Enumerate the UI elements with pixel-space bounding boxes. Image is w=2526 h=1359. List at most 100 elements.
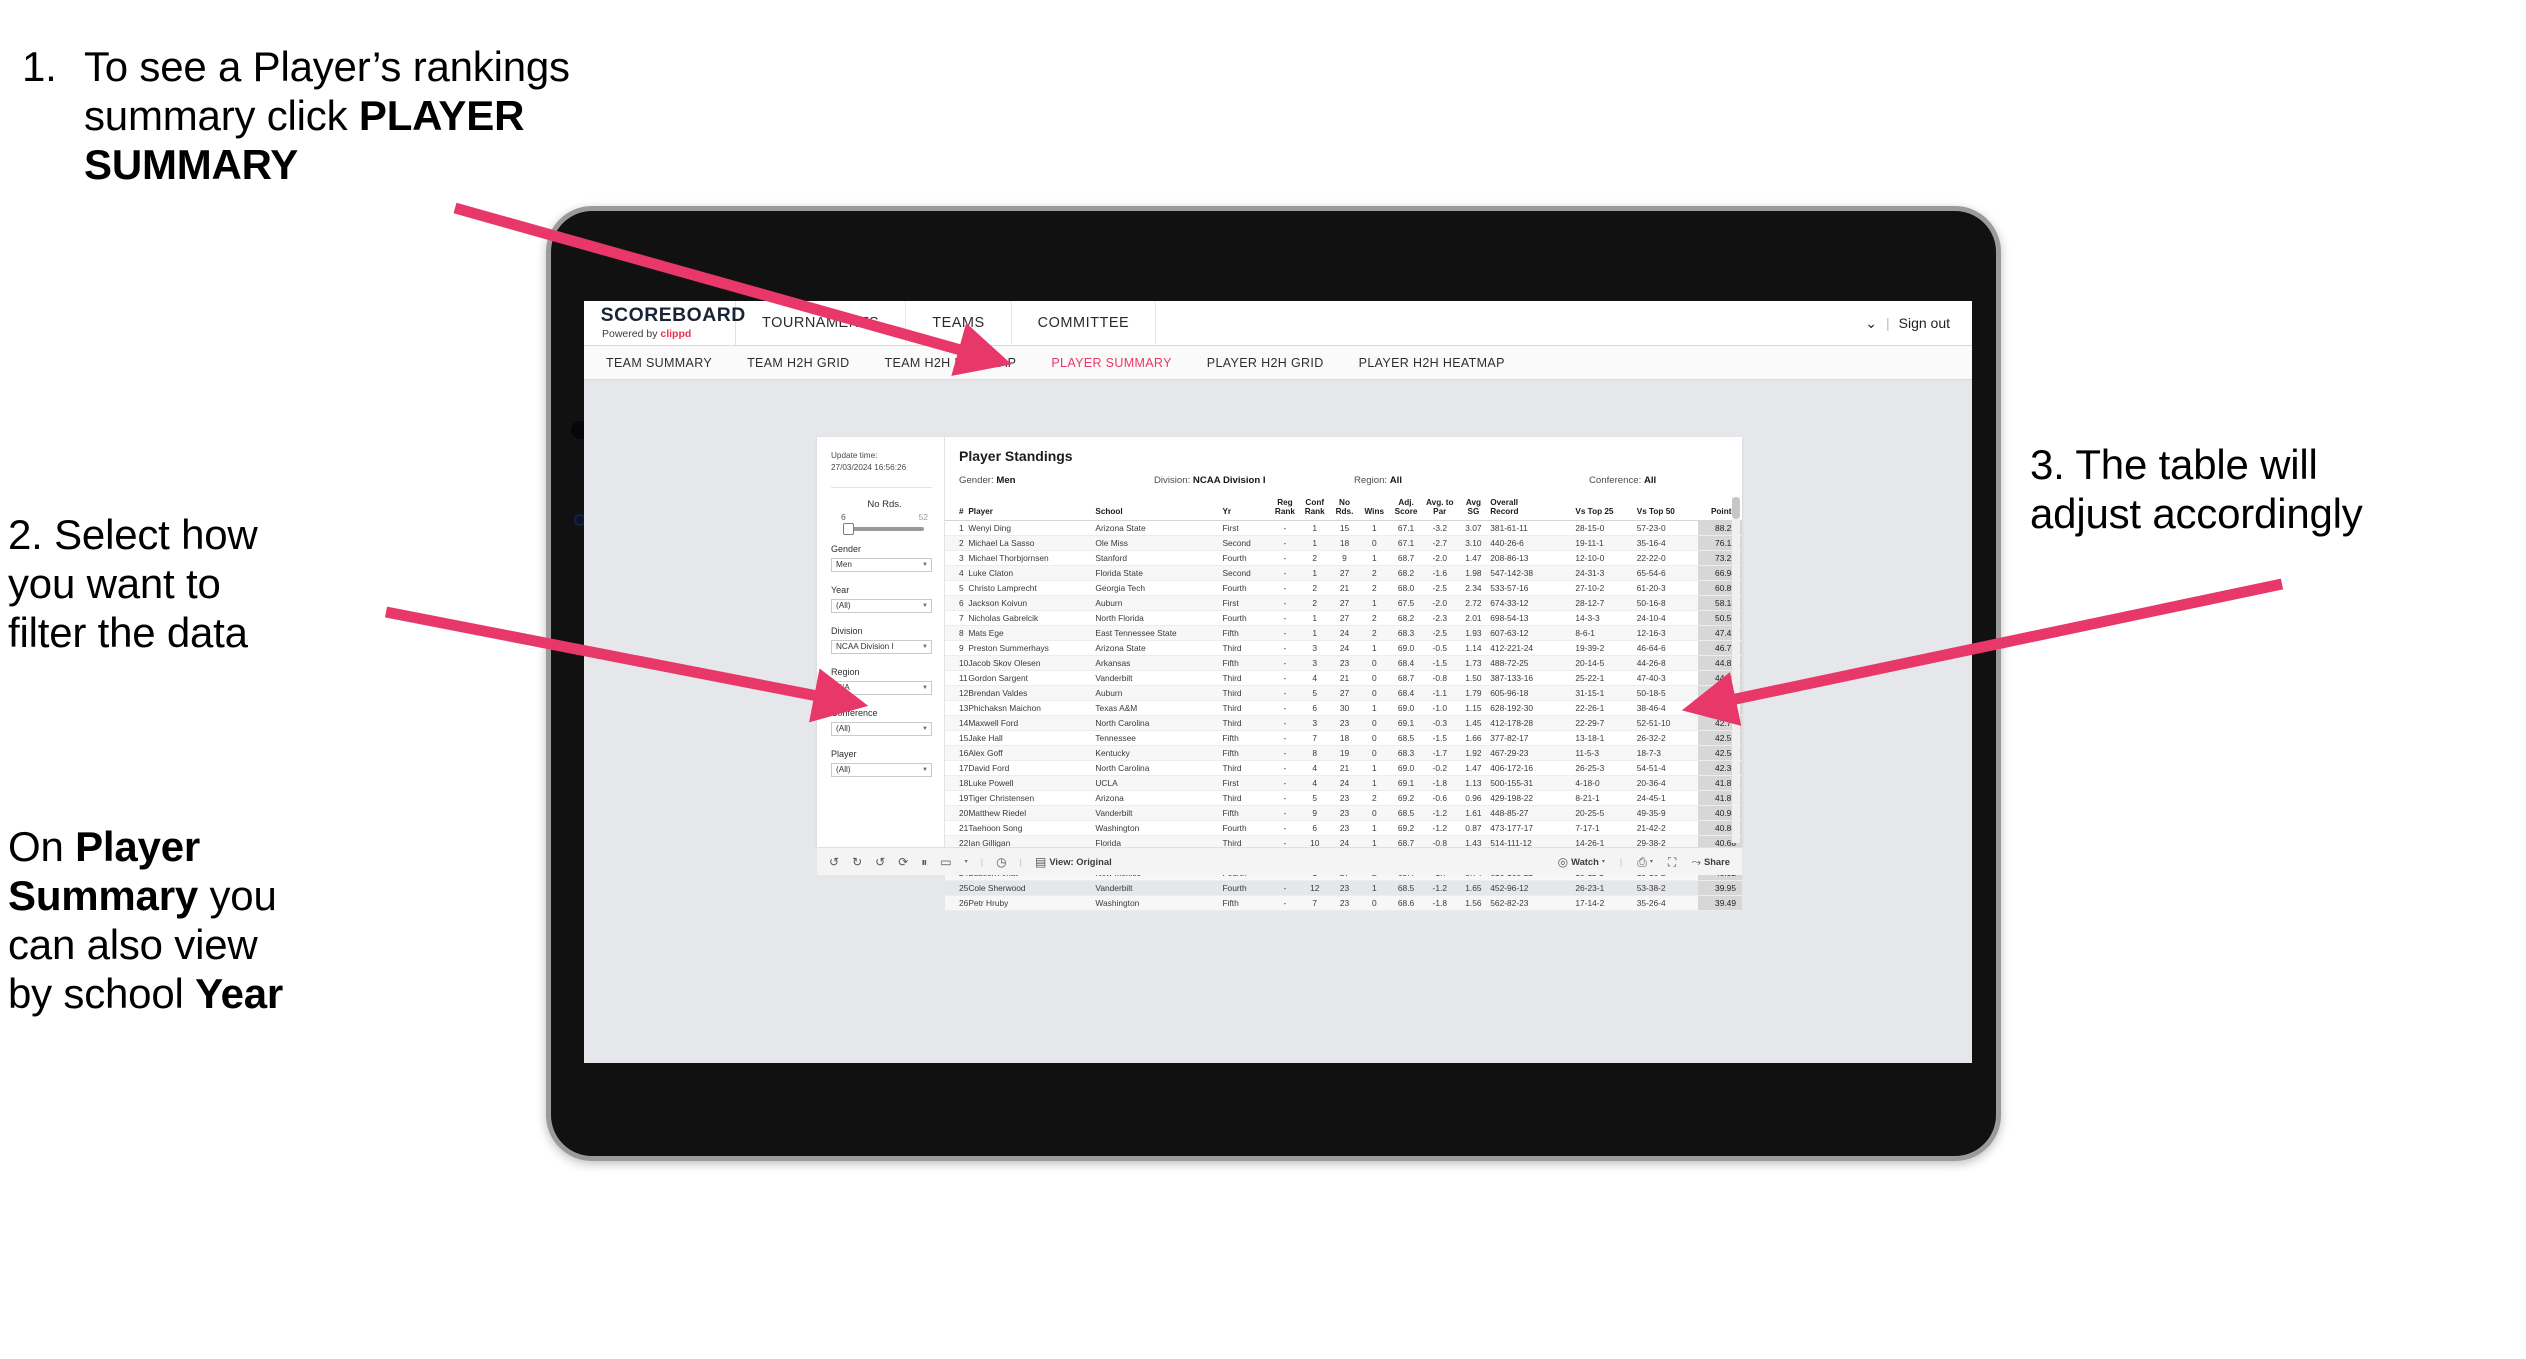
cell-avg_to_par: -1.2 xyxy=(1422,880,1457,897)
table-row[interactable]: 19 Tiger Christensen Arizona Third -5 23 2 69.2… xyxy=(945,790,1742,807)
col-no-rds[interactable]: No Rds. xyxy=(1329,495,1360,522)
table-row[interactable]: 2 Michael La Sasso Ole Miss Second -1 18 0 67.1… xyxy=(945,535,1742,552)
cell-avg_to_par: -2.0 xyxy=(1422,595,1457,612)
app-screen: SCOREBOARD Powered by clippd TOURNAMENTS… xyxy=(584,301,1972,1063)
nav-item-teams[interactable]: TEAMS xyxy=(906,301,1012,345)
cell-yr: Third xyxy=(1222,715,1271,732)
user-menu-icon[interactable]: ⌄ xyxy=(1865,315,1877,332)
annotation-player-summary-note: On Player Summary you can also view by s… xyxy=(8,822,408,1019)
table-row[interactable]: 3 Michael Thorbjornsen Stanford Fourth -2 9 1 6… xyxy=(945,550,1742,567)
table-scrollbar-thumb[interactable] xyxy=(1732,497,1740,519)
col-school[interactable]: School xyxy=(1095,495,1223,522)
table-row[interactable]: 4 Luke Claton Florida State Second -1 27 2 68.2… xyxy=(945,565,1742,582)
cell-adj_score: 68.4 xyxy=(1389,685,1423,702)
table-row[interactable]: 5 Christo Lamprecht Georgia Tech Fourth -2 21… xyxy=(945,580,1742,597)
no-rounds-slider-handle[interactable] xyxy=(843,522,854,535)
table-row[interactable]: 8 Mats Ege East Tennessee State Fifth -1 24 2 6… xyxy=(945,625,1742,642)
table-row[interactable]: 15 Jake Hall Tennessee Fifth -7 18 0 68.5 -1.5 1.… xyxy=(945,730,1742,747)
col-adj-score[interactable]: Adj. Score xyxy=(1389,495,1423,522)
filter-player-select[interactable]: (All) ▼ xyxy=(831,762,932,777)
clock-icon[interactable]: ◷ xyxy=(996,856,1006,868)
table-row[interactable]: 21 Taehoon Song Washington Fourth -6 23 1 69.2-… xyxy=(945,820,1742,837)
tab-team-h2h-grid[interactable]: TEAM H2H GRID xyxy=(747,356,870,370)
meta-region-value: All xyxy=(1389,475,1402,486)
table-scrollbar[interactable] xyxy=(1732,497,1740,843)
shape-icon[interactable]: ▭ xyxy=(940,856,951,868)
col-player[interactable]: Player xyxy=(968,495,1096,522)
table-row[interactable]: 12 Brendan Valdes Auburn Third -5 27 0 68.4 -1.1… xyxy=(945,685,1742,702)
cell-player: Jacob Skov Olesen xyxy=(968,655,1096,672)
sign-out-link[interactable]: Sign out xyxy=(1899,315,1950,331)
table-row[interactable]: 1 Wenyi Ding Arizona State First -1 15 1 67.1 -3… xyxy=(945,520,1742,537)
redo-icon[interactable]: ↻ xyxy=(852,856,862,868)
table-row[interactable]: 14 Maxwell Ford North Carolina Third -3 23 0 69… xyxy=(945,715,1742,732)
brand-logo: SCOREBOARD Powered by clippd xyxy=(584,301,746,345)
table-row[interactable]: 6 Jackson Koivun Auburn First -2 27 1 67.5 -2.0 2… xyxy=(945,595,1742,612)
cell-rank: 12 xyxy=(945,685,969,702)
filter-division-select[interactable]: NCAA Division I ▼ xyxy=(831,639,932,654)
cell-rank: 19 xyxy=(945,790,969,807)
table-row[interactable]: 26 Petr Hruby Washington Fifth -7 23 0 68.6 -1.8… xyxy=(945,895,1742,912)
undo-icon[interactable]: ↺ xyxy=(829,856,839,868)
cell-vs_top25: 22-29-7 xyxy=(1575,715,1637,732)
filter-gender-select[interactable]: Men ▼ xyxy=(831,557,932,572)
revert-icon[interactable]: ↺ xyxy=(875,856,885,868)
filter-region-select[interactable]: N/A ▼ xyxy=(831,680,932,695)
no-rounds-slider[interactable] xyxy=(843,522,924,535)
table-row[interactable]: 11 Gordon Sargent Vanderbilt Third -4 21 0 68.7… xyxy=(945,670,1742,687)
table-row[interactable]: 13 Phichaksn Maichon Texas A&M Third -6 30 1 69… xyxy=(945,700,1742,717)
col-yr[interactable]: Yr xyxy=(1222,495,1271,522)
cell-reg_rank: - xyxy=(1270,700,1300,717)
refresh-icon[interactable]: ⟳ xyxy=(898,856,908,868)
table-row[interactable]: 20 Matthew Riedel Vanderbilt Fifth -9 23 0 68.5… xyxy=(945,805,1742,822)
tab-player-h2h-grid[interactable]: PLAYER H2H GRID xyxy=(1207,356,1345,370)
cell-wins: 0 xyxy=(1359,730,1390,747)
filter-gender: Gender Men ▼ xyxy=(831,544,932,572)
cell-reg_rank: - xyxy=(1270,655,1300,672)
cell-wins: 1 xyxy=(1359,550,1390,567)
col-vs-top-50[interactable]: Vs Top 50 xyxy=(1636,495,1699,522)
cell-rank: 3 xyxy=(945,550,969,567)
nav-item-tournaments[interactable]: TOURNAMENTS xyxy=(736,301,907,345)
filter-year-select[interactable]: (All) ▼ xyxy=(831,598,932,613)
pause-icon[interactable]: ⏸ xyxy=(921,856,927,868)
table-row[interactable]: 16 Alex Goff Kentucky Fifth -8 19 0 68.3 -1.7 1.9… xyxy=(945,745,1742,762)
table-row[interactable]: 9 Preston Summerhays Arizona State Third -3 2… xyxy=(945,640,1742,657)
col-rank[interactable]: # xyxy=(945,495,969,522)
cell-school: Tennessee xyxy=(1095,730,1223,747)
nav-item-committee[interactable]: COMMITTEE xyxy=(1012,301,1157,345)
col-overall-record[interactable]: Overall Record xyxy=(1490,495,1576,522)
tab-team-h2h-heatmap[interactable]: TEAM H2H HEATMAP xyxy=(885,356,1038,370)
tab-team-summary[interactable]: TEAM SUMMARY xyxy=(606,356,733,370)
col-wins[interactable]: Wins xyxy=(1359,495,1390,522)
brand-title: SCOREBOARD xyxy=(600,305,746,326)
filter-conference-select[interactable]: (All) ▼ xyxy=(831,721,932,736)
cell-yr: First xyxy=(1222,775,1271,792)
download-button[interactable]: ⎙ ▾ xyxy=(1637,856,1653,868)
tab-player-h2h-heatmap[interactable]: PLAYER H2H HEATMAP xyxy=(1359,356,1526,370)
chevron-down-icon[interactable]: ▾ xyxy=(965,859,968,865)
col-vs-top-25[interactable]: Vs Top 25 xyxy=(1575,495,1637,522)
cell-rank: 1 xyxy=(945,520,969,537)
cell-avg_sg: 2.72 xyxy=(1456,595,1491,612)
viz-toolbar: ↺ ↻ ↺ ⟳ ⏸ ▭ ▾ | ◷ | ▤ View: Original ◎ W… xyxy=(817,847,1742,875)
table-row[interactable]: 17 David Ford North Carolina Third -4 21 1 69.0… xyxy=(945,760,1742,777)
cell-school: East Tennessee State xyxy=(1095,625,1223,642)
col-conf-rank[interactable]: Conf Rank xyxy=(1299,495,1330,522)
watch-label: Watch xyxy=(1571,856,1599,867)
tab-player-summary[interactable]: PLAYER SUMMARY xyxy=(1051,356,1192,370)
watch-button[interactable]: ◎ Watch ▾ xyxy=(1558,856,1605,868)
filter-conference: Conference (All) ▼ xyxy=(831,708,932,736)
table-row[interactable]: 10 Jacob Skov Olesen Arkansas Fifth -3 23 0 68.… xyxy=(945,655,1742,672)
col-avg-sg[interactable]: Avg SG xyxy=(1456,495,1491,522)
cell-yr: Fourth xyxy=(1222,580,1271,597)
col-reg-rank[interactable]: Reg Rank xyxy=(1270,495,1300,522)
share-button[interactable]: ⤳ Share xyxy=(1691,856,1730,868)
col-avg-to-par[interactable]: Avg. to Par xyxy=(1422,495,1457,522)
table-row[interactable]: 25 Cole Sherwood Vanderbilt Fourth -12 23 1 68.… xyxy=(945,880,1742,897)
table-row[interactable]: 18 Luke Powell UCLA First -4 24 1 69.1 -1.8 1.13 5… xyxy=(945,775,1742,792)
cell-no_rds: 21 xyxy=(1329,760,1360,777)
table-row[interactable]: 7 Nicholas Gabrelcik North Florida Fourth -1… xyxy=(945,610,1742,627)
view-original-button[interactable]: ▤ View: Original xyxy=(1035,856,1112,868)
fullscreen-icon[interactable]: ⛶ xyxy=(1668,856,1676,868)
